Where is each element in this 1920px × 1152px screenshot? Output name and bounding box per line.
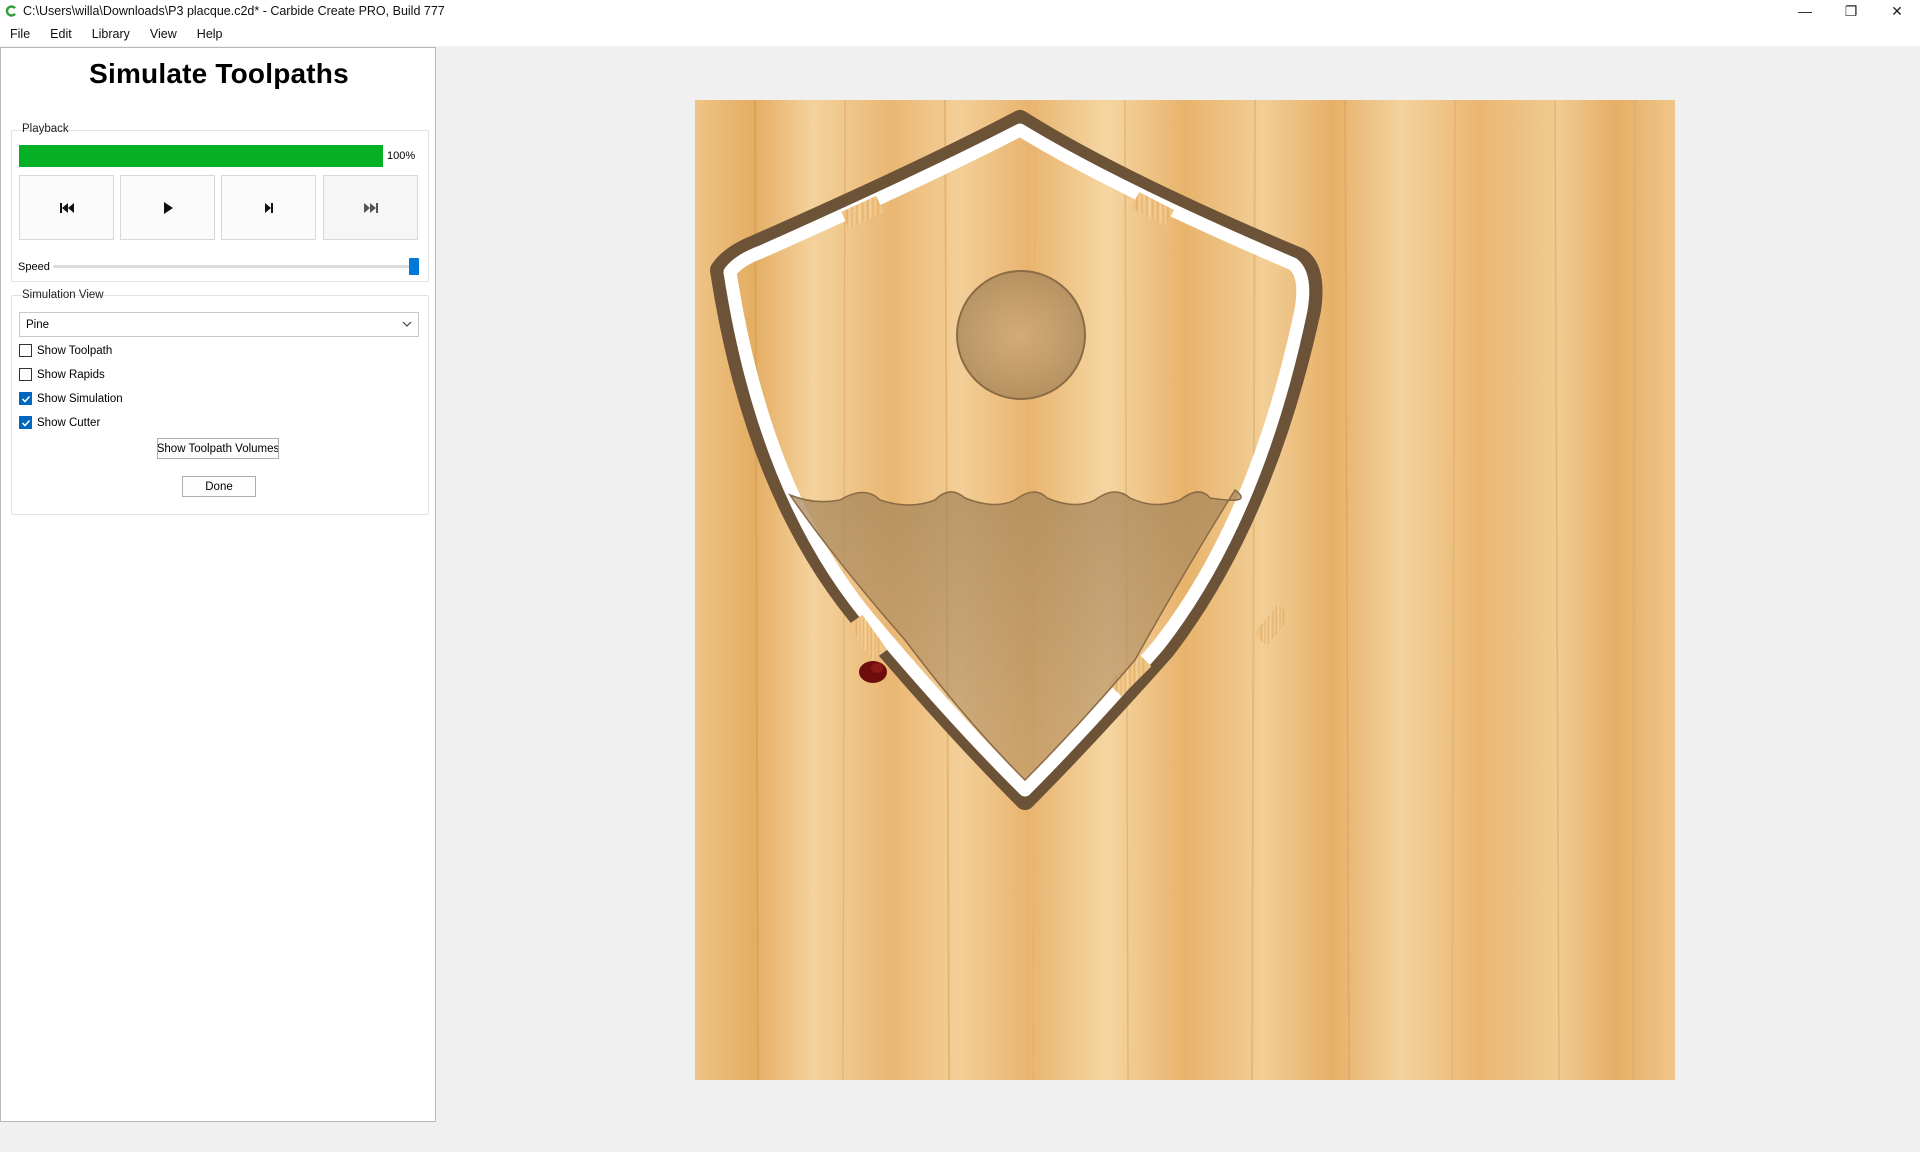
cutter-highlight [871, 663, 883, 673]
show-cutter-checkbox[interactable]: Show Cutter [19, 416, 100, 429]
restore-icon: ❐ [1844, 2, 1858, 19]
menu-help[interactable]: Help [187, 27, 233, 41]
playback-label: Playback [22, 123, 69, 135]
show-simulation-label: Show Simulation [37, 392, 123, 405]
simulation-view-label: Simulation View [22, 289, 104, 301]
show-toolpath-label: Show Toolpath [37, 344, 113, 357]
rewind-button[interactable] [19, 175, 114, 240]
skip-to-start-icon [59, 202, 74, 213]
menu-view[interactable]: View [140, 27, 187, 41]
done-button[interactable]: Done [182, 476, 256, 497]
menu-library[interactable]: Library [82, 27, 140, 41]
checkbox-box[interactable] [19, 392, 32, 405]
play-icon [163, 201, 173, 214]
checkbox-box[interactable] [19, 416, 32, 429]
restore-button[interactable]: ❐ [1828, 0, 1874, 22]
window-title: C:\Users\willa\Downloads\P3 placque.c2d*… [23, 4, 445, 18]
wood-stock-preview [695, 100, 1675, 1080]
check-icon [21, 395, 30, 403]
title-bar: C:\Users\willa\Downloads\P3 placque.c2d*… [0, 0, 1920, 22]
close-button[interactable]: ✕ [1874, 0, 1920, 22]
show-toolpath-volumes-button[interactable]: Show Toolpath Volumes [157, 438, 279, 459]
circle-pocket [956, 270, 1086, 400]
simulate-toolpaths-panel: Simulate Toolpaths Playback 100% Speed S… [0, 47, 436, 1122]
material-select-value: Pine [26, 318, 50, 331]
menu-edit[interactable]: Edit [40, 27, 82, 41]
menu-file[interactable]: File [0, 27, 40, 41]
speed-slider-handle[interactable] [409, 258, 419, 275]
step-forward-button[interactable] [221, 175, 316, 240]
progress-fill [19, 145, 383, 167]
progress-percent: 100% [387, 150, 416, 162]
skip-to-end-icon [363, 202, 378, 213]
chevron-down-icon [402, 321, 412, 327]
app-logo-icon [5, 5, 16, 17]
skip-to-end-button[interactable] [323, 175, 418, 240]
minimize-button[interactable]: — [1782, 0, 1828, 22]
show-rapids-checkbox[interactable]: Show Rapids [19, 368, 105, 381]
speed-label: Speed [18, 261, 50, 273]
menu-bar: File Edit Library View Help [0, 22, 1920, 46]
checkbox-box[interactable] [19, 368, 32, 381]
show-simulation-checkbox[interactable]: Show Simulation [19, 392, 123, 405]
speed-slider-track[interactable] [53, 265, 411, 268]
minimize-icon: — [1798, 3, 1812, 19]
show-rapids-label: Show Rapids [37, 368, 105, 381]
check-icon [21, 419, 30, 427]
show-cutter-label: Show Cutter [37, 416, 101, 429]
close-icon: ✕ [1891, 2, 1903, 19]
progress-bar [19, 145, 383, 167]
simulation-viewport[interactable] [695, 100, 1675, 1080]
material-select[interactable]: Pine [19, 312, 419, 337]
show-toolpath-checkbox[interactable]: Show Toolpath [19, 344, 112, 357]
play-button[interactable] [120, 175, 215, 240]
checkbox-box[interactable] [19, 344, 32, 357]
panel-title: Simulate Toolpaths [89, 58, 349, 89]
window-controls: — ❐ ✕ [1782, 0, 1920, 22]
step-forward-icon [264, 202, 273, 213]
